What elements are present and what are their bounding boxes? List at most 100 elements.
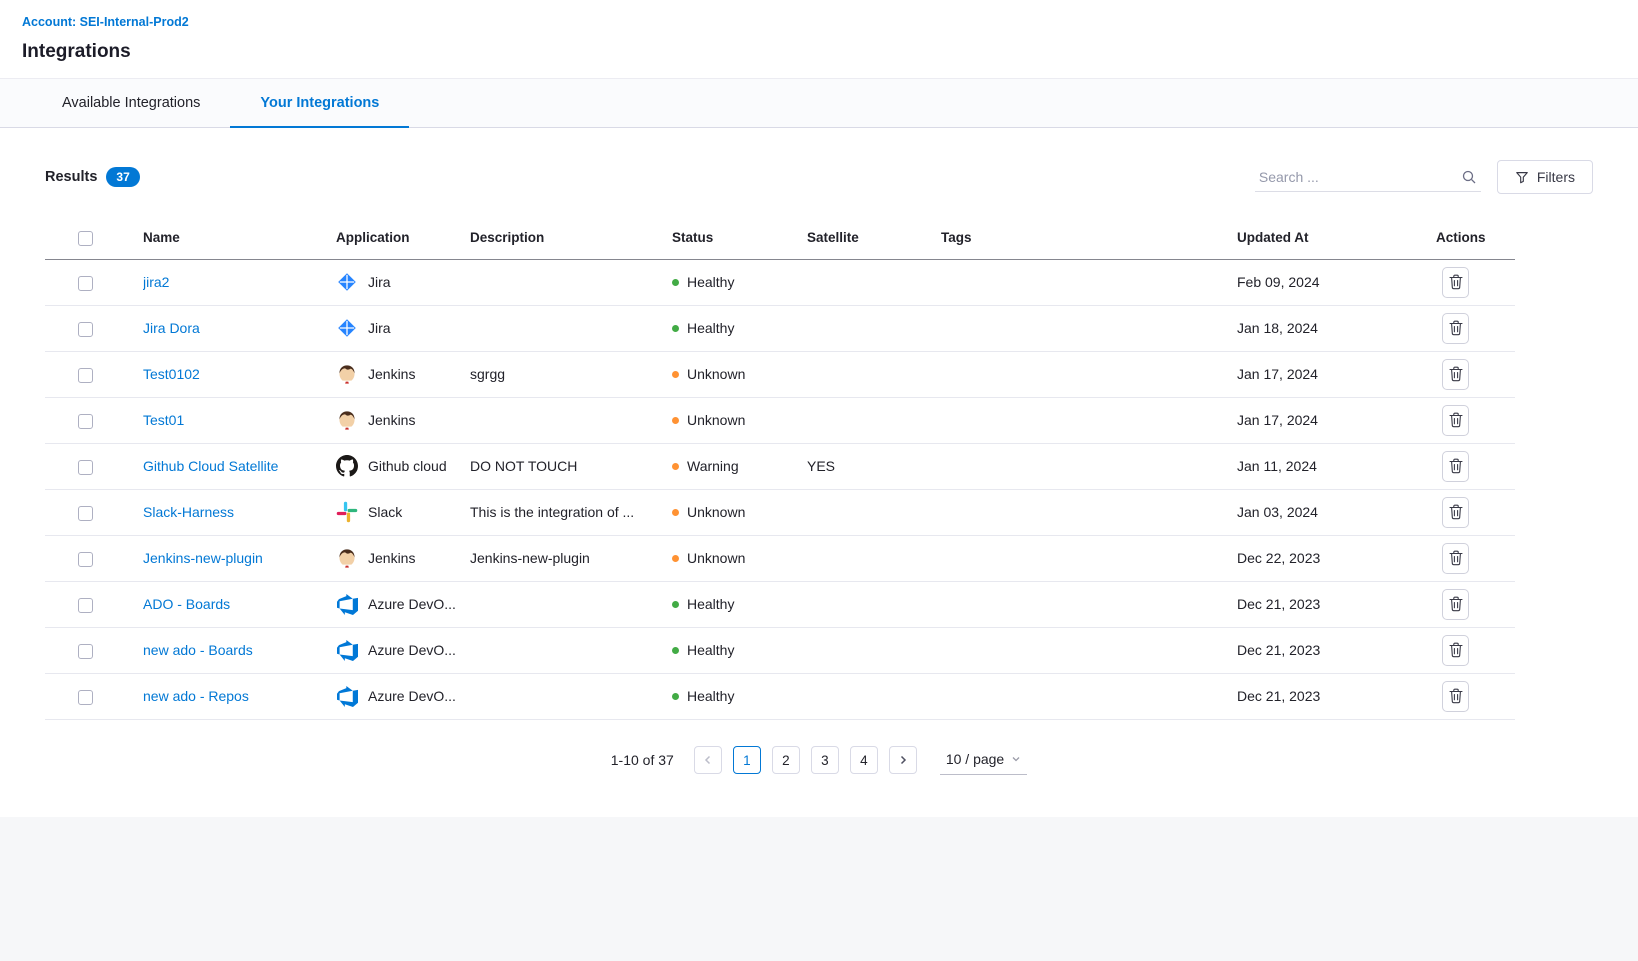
status-label: Healthy xyxy=(687,274,734,290)
row-checkbox[interactable] xyxy=(78,322,93,337)
status-label: Unknown xyxy=(687,366,745,382)
select-all-checkbox[interactable] xyxy=(78,231,93,246)
delete-integration-button[interactable] xyxy=(1442,451,1469,482)
jenkins-icon xyxy=(336,409,358,431)
trash-icon xyxy=(1449,366,1463,382)
row-checkbox[interactable] xyxy=(78,368,93,383)
integration-name-link[interactable]: new ado - Boards xyxy=(143,642,253,658)
row-checkbox[interactable] xyxy=(78,598,93,613)
table-row: Github Cloud Satellite Github cloud DO N… xyxy=(45,443,1515,489)
integrations-table: Name Application Description Status Sate… xyxy=(45,220,1515,720)
status-label: Warning xyxy=(687,458,739,474)
table-row: ADO - Boards Azure DevO... Healthy Dec 2… xyxy=(45,581,1515,627)
pagination-range-label: 1-10 of 37 xyxy=(611,752,674,768)
azure-devops-icon xyxy=(336,593,358,615)
next-page-button[interactable] xyxy=(889,746,917,774)
azure-devops-icon xyxy=(336,639,358,661)
description-text: Jenkins-new-plugin xyxy=(470,550,590,566)
status-dot xyxy=(672,371,679,378)
row-checkbox[interactable] xyxy=(78,414,93,429)
integration-name-link[interactable]: new ado - Repos xyxy=(143,688,249,704)
application-label: Azure DevO... xyxy=(368,642,456,658)
trash-icon xyxy=(1449,688,1463,704)
delete-integration-button[interactable] xyxy=(1442,543,1469,574)
delete-integration-button[interactable] xyxy=(1442,267,1469,298)
integration-name-link[interactable]: Slack-Harness xyxy=(143,504,234,520)
updated-at-value: Dec 22, 2023 xyxy=(1237,550,1320,566)
delete-integration-button[interactable] xyxy=(1442,589,1469,620)
status-label: Unknown xyxy=(687,550,745,566)
status-dot xyxy=(672,463,679,470)
status-dot xyxy=(672,693,679,700)
column-header-satellite: Satellite xyxy=(807,220,941,259)
status-label: Healthy xyxy=(687,596,734,612)
jenkins-icon xyxy=(336,363,358,385)
status-dot xyxy=(672,601,679,608)
row-checkbox[interactable] xyxy=(78,690,93,705)
row-checkbox[interactable] xyxy=(78,506,93,521)
integration-name-link[interactable]: Test0102 xyxy=(143,366,200,382)
application-label: Github cloud xyxy=(368,458,447,474)
column-header-tags: Tags xyxy=(941,220,1237,259)
status-dot xyxy=(672,509,679,516)
delete-integration-button[interactable] xyxy=(1442,635,1469,666)
delete-integration-button[interactable] xyxy=(1442,313,1469,344)
delete-integration-button[interactable] xyxy=(1442,359,1469,390)
status-dot xyxy=(672,325,679,332)
trash-icon xyxy=(1449,320,1463,336)
description-text: This is the integration of ... xyxy=(470,504,634,520)
results-count-badge: 37 xyxy=(106,167,139,187)
integration-name-link[interactable]: Jira Dora xyxy=(143,320,200,336)
page-buttons: 1234 xyxy=(733,746,878,774)
filters-button[interactable]: Filters xyxy=(1497,160,1593,194)
page-button-4[interactable]: 4 xyxy=(850,746,878,774)
row-checkbox[interactable] xyxy=(78,552,93,567)
chevron-right-icon xyxy=(897,754,909,766)
table-row: jira2 Jira Healthy Feb 09, 2024 xyxy=(45,259,1515,305)
account-link[interactable]: Account: SEI-Internal-Prod2 xyxy=(22,15,189,29)
integration-name-link[interactable]: Test01 xyxy=(143,412,184,428)
row-checkbox[interactable] xyxy=(78,644,93,659)
table-row: new ado - Repos Azure DevO... Healthy De… xyxy=(45,673,1515,719)
delete-integration-button[interactable] xyxy=(1442,681,1469,712)
integration-name-link[interactable]: Jenkins-new-plugin xyxy=(143,550,263,566)
application-label: Slack xyxy=(368,504,402,520)
trash-icon xyxy=(1449,550,1463,566)
search-icon[interactable] xyxy=(1461,169,1477,185)
application-label: Jira xyxy=(368,274,391,290)
trash-icon xyxy=(1449,642,1463,658)
pagination: 1-10 of 37 1234 10 / page xyxy=(45,746,1593,775)
delete-integration-button[interactable] xyxy=(1442,497,1469,528)
page-button-3[interactable]: 3 xyxy=(811,746,839,774)
previous-page-button[interactable] xyxy=(694,746,722,774)
updated-at-value: Jan 11, 2024 xyxy=(1237,458,1317,474)
integration-name-link[interactable]: Github Cloud Satellite xyxy=(143,458,278,474)
application-label: Azure DevO... xyxy=(368,596,456,612)
updated-at-value: Dec 21, 2023 xyxy=(1237,596,1320,612)
application-label: Azure DevO... xyxy=(368,688,456,704)
page-button-1[interactable]: 1 xyxy=(733,746,761,774)
column-header-updated-at: Updated At xyxy=(1237,220,1436,259)
status-dot xyxy=(672,647,679,654)
table-row: Jira Dora Jira Healthy Jan 18, 2024 xyxy=(45,305,1515,351)
toolbar: Results 37 Filters xyxy=(45,160,1593,194)
trash-icon xyxy=(1449,504,1463,520)
updated-at-value: Dec 21, 2023 xyxy=(1237,642,1320,658)
tab-available-integrations[interactable]: Available Integrations xyxy=(32,79,230,127)
table-body: jira2 Jira Healthy Feb 09, 2024 xyxy=(45,259,1515,719)
search-box xyxy=(1255,163,1481,192)
results-label: Results xyxy=(45,169,97,185)
delete-integration-button[interactable] xyxy=(1442,405,1469,436)
trash-icon xyxy=(1449,274,1463,290)
tab-your-integrations[interactable]: Your Integrations xyxy=(230,79,409,127)
row-checkbox[interactable] xyxy=(78,460,93,475)
funnel-icon xyxy=(1515,170,1529,184)
page-button-2[interactable]: 2 xyxy=(772,746,800,774)
jenkins-icon xyxy=(336,547,358,569)
integration-name-link[interactable]: ADO - Boards xyxy=(143,596,230,612)
application-label: Jenkins xyxy=(368,412,415,428)
search-input[interactable] xyxy=(1259,169,1461,185)
page-size-select[interactable]: 10 / page xyxy=(940,746,1027,775)
row-checkbox[interactable] xyxy=(78,276,93,291)
integration-name-link[interactable]: jira2 xyxy=(143,274,169,290)
